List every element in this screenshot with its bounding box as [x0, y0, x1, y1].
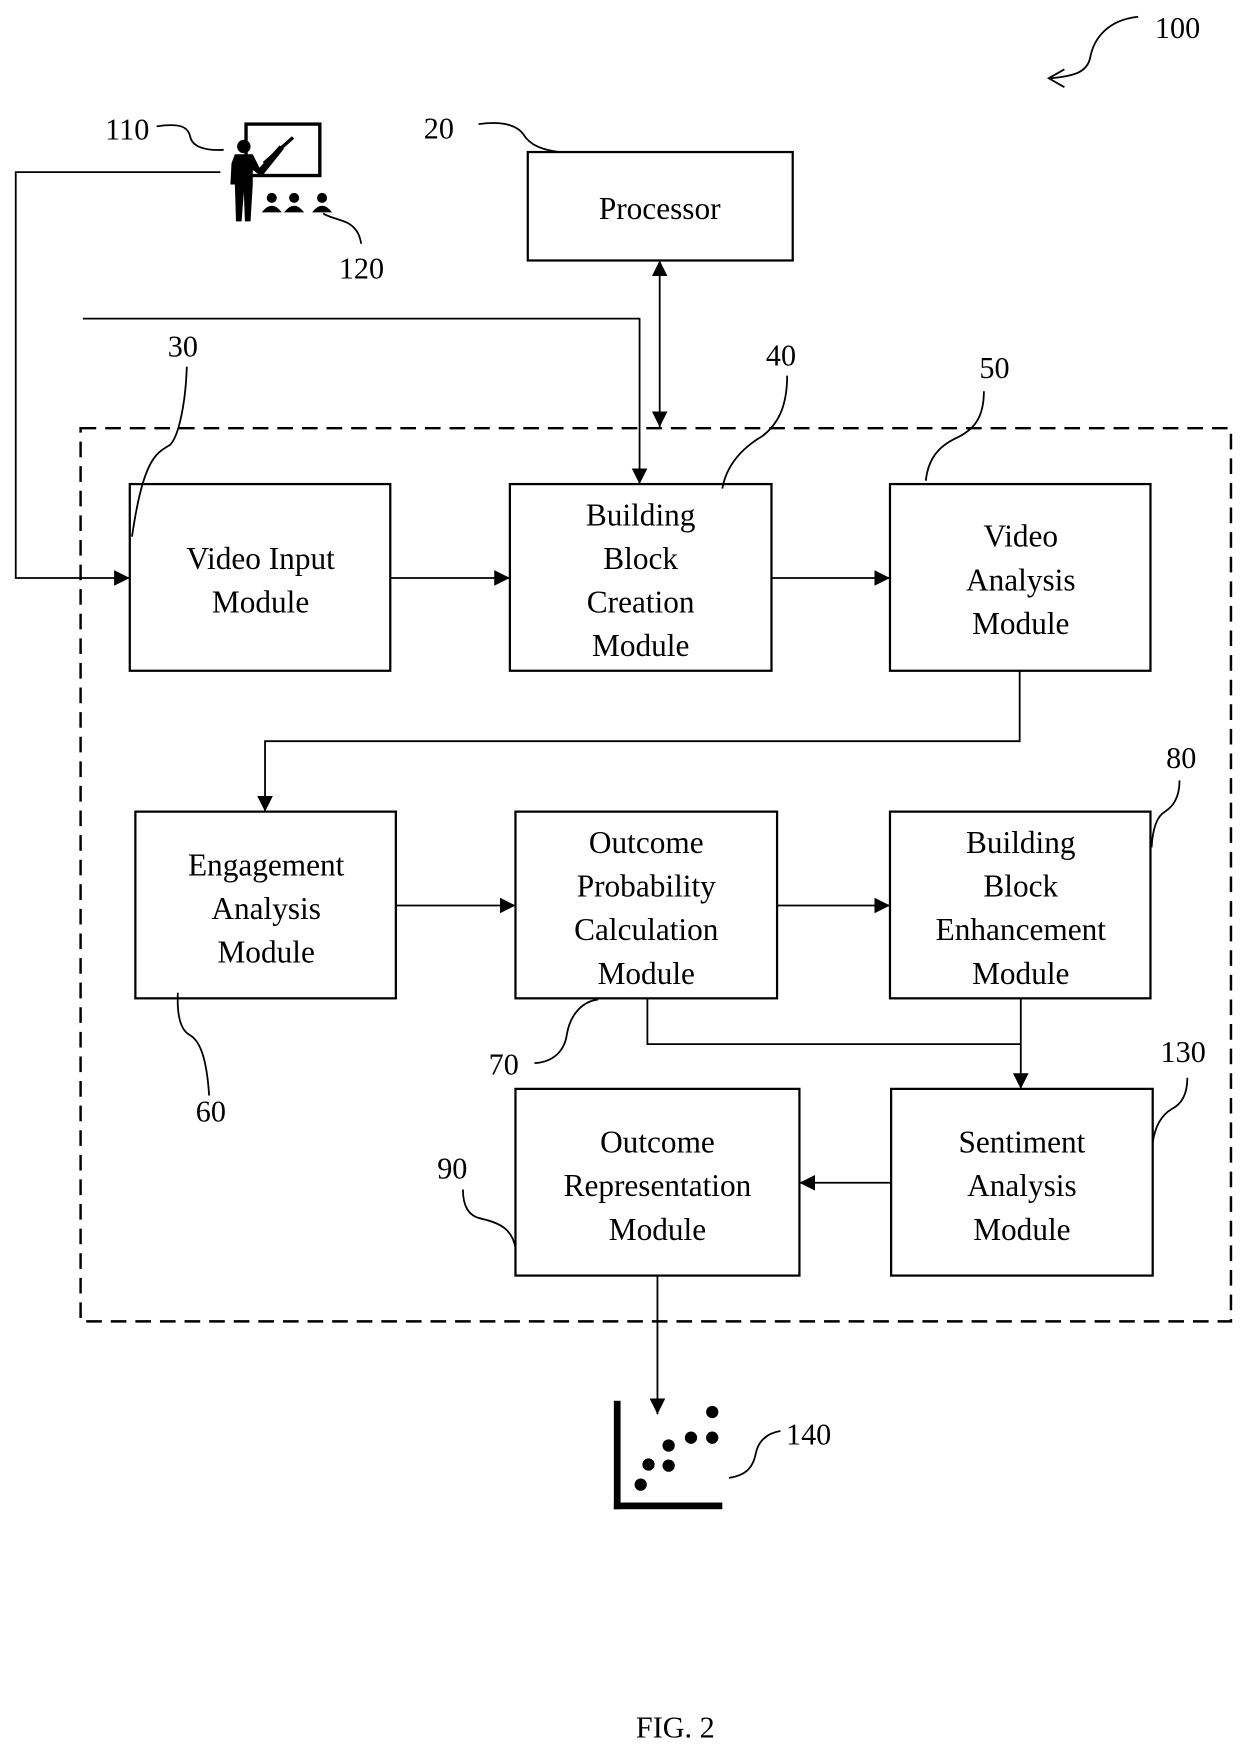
video-analysis-label-line1: Video [983, 519, 1058, 554]
building-block-enhancement-label-line2: Block [983, 869, 1058, 904]
outcome-probability-calculation-label-line2: Probability [577, 869, 716, 904]
engagement-analysis-label-line2: Analysis [211, 891, 321, 926]
audience-icon [261, 192, 333, 213]
building-block-creation-label-line1: Building [586, 497, 696, 532]
module-engagement-analysis[interactable]: Engagement Analysis Module [134, 810, 397, 1000]
video-input-reference-number: 30 [168, 330, 198, 364]
video-analysis-label-line3: Module [972, 606, 1069, 641]
building-block-enhancement-label-line4: Module [972, 956, 1069, 991]
module-outcome-representation[interactable]: Outcome Representation Module [514, 1087, 801, 1277]
system-reference-number: 100 [1155, 11, 1200, 45]
outcome-probability-calculation-reference-number: 70 [489, 1047, 519, 1081]
outcome-representation-reference-number: 90 [437, 1151, 467, 1185]
video-analysis-leader-line [924, 391, 985, 481]
module-video-analysis[interactable]: Video Analysis Module [888, 482, 1152, 672]
outcome-probability-calculation-label-line1: Outcome [589, 825, 704, 860]
processor-label: Processor [599, 191, 721, 226]
outcome-representation-label-line2: Representation [564, 1168, 752, 1203]
output-plot-reference-number: 140 [786, 1417, 831, 1451]
building-block-creation-label-line3: Creation [587, 585, 695, 620]
sentiment-analysis-leader-line [1151, 1077, 1189, 1143]
video-analysis-reference-number: 50 [979, 351, 1009, 385]
engagement-analysis-label-line1: Engagement [188, 847, 345, 882]
sentiment-analysis-label-line3: Module [973, 1212, 1070, 1247]
system-reference: 100 [1046, 11, 1200, 88]
outcome-representation-label-line1: Outcome [600, 1125, 715, 1160]
outcome-probability-calculation-leader-line [534, 998, 599, 1065]
engagement-analysis-label-line3: Module [217, 935, 314, 970]
engagement-analysis-leader-line [176, 992, 211, 1096]
connector-outcome-probability-to-sentiment-analysis [646, 998, 1021, 1046]
module-building-block-enhancement[interactable]: Building Block Enhancement Module [888, 810, 1152, 1000]
building-block-creation-label-line2: Block [603, 541, 678, 576]
figure-caption: FIG. 2 [636, 1710, 715, 1744]
audience-leader-line [322, 212, 363, 244]
output-plot-leader-line [728, 1430, 781, 1479]
presenter-leader-line [156, 124, 224, 151]
building-block-creation-reference-number: 40 [766, 339, 796, 373]
outcome-probability-calculation-label-line3: Calculation [574, 912, 719, 947]
processor-reference-number: 20 [424, 112, 454, 146]
connector-external-to-building-block-creation [82, 317, 648, 485]
building-block-creation-leader-line [721, 375, 789, 489]
outcome-representation-leader-line [462, 1189, 517, 1248]
module-outcome-probability-calculation[interactable]: Outcome Probability Calculation Module [514, 810, 779, 1000]
processor-leader-line [478, 122, 560, 153]
connector-video-analysis-to-engagement-analysis [257, 670, 1021, 812]
sentiment-analysis-label-line2: Analysis [967, 1168, 1077, 1203]
building-block-enhancement-label-line1: Building [966, 825, 1076, 860]
building-block-enhancement-leader-line [1150, 780, 1181, 848]
sentiment-analysis-label-line1: Sentiment [958, 1125, 1085, 1160]
pointer-stick [262, 136, 295, 165]
video-input-label-line2: Module [212, 585, 309, 620]
module-building-block-creation[interactable]: Building Block Creation Module [508, 482, 773, 672]
building-block-enhancement-reference-number: 80 [1166, 741, 1196, 775]
video-input-label-line1: Video Input [186, 541, 335, 576]
sentiment-analysis-reference-number: 130 [1161, 1035, 1206, 1069]
system-block-diagram: 100 110 120 Processor 20 Video Input Mod… [14, 11, 1233, 1744]
outcome-representation-label-line3: Module [609, 1212, 706, 1247]
scatter-plot-icon [613, 1400, 723, 1510]
presenter-reference-number: 110 [105, 113, 149, 147]
audience-reference-number: 120 [339, 251, 384, 285]
building-block-enhancement-label-line3: Enhancement [936, 912, 1107, 947]
outcome-probability-calculation-label-line4: Module [598, 956, 695, 991]
module-video-input[interactable]: Video Input Module [128, 482, 392, 672]
building-block-creation-label-line4: Module [592, 628, 689, 663]
module-sentiment-analysis[interactable]: Sentiment Analysis Module [889, 1087, 1154, 1277]
video-input-box[interactable] [128, 482, 392, 672]
video-analysis-label-line2: Analysis [966, 562, 1076, 597]
presenter-head [237, 139, 251, 154]
engagement-analysis-reference-number: 60 [196, 1094, 226, 1128]
